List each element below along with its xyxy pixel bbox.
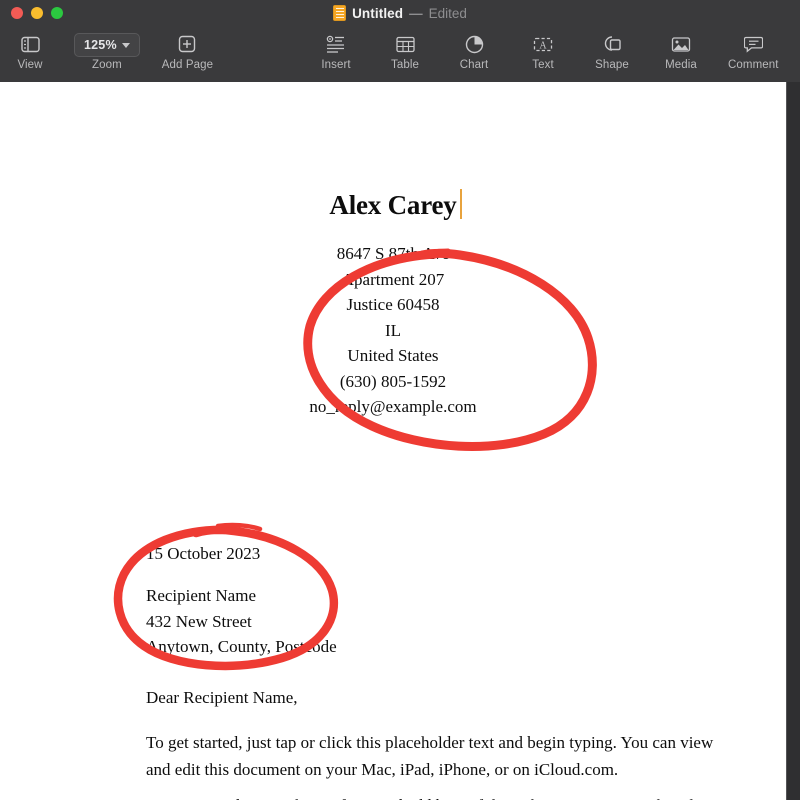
sender-address-lines[interactable]: 8647 S 87th Ave Apartment 207 Justice 60…: [0, 241, 786, 420]
document-date[interactable]: 15 October 2023: [146, 542, 260, 566]
sender-address-line: Justice 60458: [346, 295, 440, 315]
chart-pie-icon: [465, 31, 484, 57]
chevron-down-icon: [121, 42, 130, 48]
toolbar-zoom-label: Zoom: [91, 59, 122, 71]
document-title: Untitled: [352, 5, 404, 21]
toolbar-left-group: View 125% Zoom Add Page: [8, 31, 213, 71]
pages-app-window: Untitled — Edited View 125% Zoom Add Pag…: [0, 0, 800, 800]
toolbar-table-label: Table: [391, 59, 419, 71]
toolbar-zoom-control[interactable]: 125% Zoom: [74, 31, 140, 71]
sender-phone-line: (630) 805-1592: [339, 371, 447, 391]
right-gutter: [786, 82, 800, 800]
salutation-line[interactable]: Dear Recipient Name,: [146, 688, 298, 708]
toolbar-add-page-label: Add Page: [161, 59, 214, 71]
sender-address-line: IL: [384, 320, 402, 340]
svg-text:A: A: [539, 40, 547, 51]
toolbar-chart-button[interactable]: Chart: [452, 31, 496, 71]
body-paragraph-1[interactable]: To get started, just tap or click this p…: [146, 729, 736, 783]
toolbar-shape-button[interactable]: Shape: [590, 31, 634, 71]
toolbar-table-button[interactable]: Table: [383, 31, 427, 71]
document-canvas[interactable]: Alex Carey 8647 S 87th Ave Apartment 207…: [0, 82, 786, 800]
toolbar-media-label: Media: [665, 59, 697, 71]
zoom-dropdown[interactable]: 125%: [74, 33, 140, 57]
toolbar-comment-button[interactable]: Comment: [728, 31, 779, 71]
minimize-window-button[interactable]: [31, 7, 43, 19]
title-separator: —: [409, 5, 423, 21]
toolbar-chart-label: Chart: [459, 59, 489, 71]
pink-underline-on-and: and: [378, 796, 403, 800]
text-box-icon: A: [533, 31, 553, 57]
window-title-group: Untitled — Edited: [0, 0, 800, 26]
sender-address-line: 8647 S 87th Ave: [336, 244, 450, 264]
text-cursor-caret: [459, 189, 462, 219]
toolbar-add-page-button[interactable]: Add Page: [162, 31, 213, 71]
sender-address-line: United States: [347, 346, 439, 366]
toolbar-view-label: View: [17, 59, 43, 71]
sender-block[interactable]: Alex Carey 8647 S 87th Ave Apartment 207…: [0, 189, 786, 420]
toolbar-shape-label: Shape: [595, 59, 629, 71]
title-bar: Untitled — Edited: [0, 0, 800, 26]
toolbar-text-button[interactable]: A Text: [521, 31, 565, 71]
document-page[interactable]: Alex Carey 8647 S 87th Ave Apartment 207…: [0, 82, 786, 800]
shape-icon: [602, 31, 622, 57]
toolbar-text-label: Text: [532, 59, 554, 71]
sender-name[interactable]: Alex Carey: [329, 189, 462, 221]
toolbar-media-button[interactable]: Media: [659, 31, 703, 71]
recipient-line: 432 New Street: [146, 611, 252, 631]
comment-bubble-icon: [743, 31, 763, 57]
table-icon: [395, 31, 415, 57]
media-photo-icon: [671, 31, 691, 57]
sender-address-line: Apartment 207: [341, 269, 445, 289]
document-edited-state: Edited: [428, 5, 467, 21]
toolbar-right-group: Insert Table Chart A Text Shape Media Co…: [314, 31, 779, 71]
recipient-block[interactable]: Recipient Name 432 New Street Anytown, C…: [146, 583, 337, 660]
sidebar-icon: [20, 31, 40, 57]
toolbar-view-button[interactable]: View: [8, 31, 52, 71]
main-toolbar: View 125% Zoom Add Page Insert Table Cha…: [0, 26, 800, 83]
recipient-line: Anytown, County, Postcode: [146, 637, 337, 656]
toolbar-insert-label: Insert: [321, 59, 351, 71]
sender-email-line: no_reply@example.com: [309, 397, 477, 417]
body-paragraph-2[interactable]: It’s easy to edit text, change fonts and…: [146, 792, 736, 800]
insert-icon: [326, 31, 346, 57]
pages-document-icon: [333, 5, 347, 21]
toolbar-insert-button[interactable]: Insert: [314, 31, 358, 71]
add-page-icon: [178, 31, 196, 57]
maximize-window-button[interactable]: [51, 7, 63, 19]
traffic-light-buttons: [11, 7, 63, 19]
recipient-line: Recipient Name: [146, 586, 256, 605]
close-window-button[interactable]: [11, 7, 23, 19]
zoom-value: 125%: [84, 38, 117, 52]
sender-name-text: Alex Carey: [329, 190, 457, 220]
paragraph-2-before: It’s easy to edit text, change fonts: [146, 796, 378, 800]
toolbar-comment-label: Comment: [728, 59, 779, 71]
